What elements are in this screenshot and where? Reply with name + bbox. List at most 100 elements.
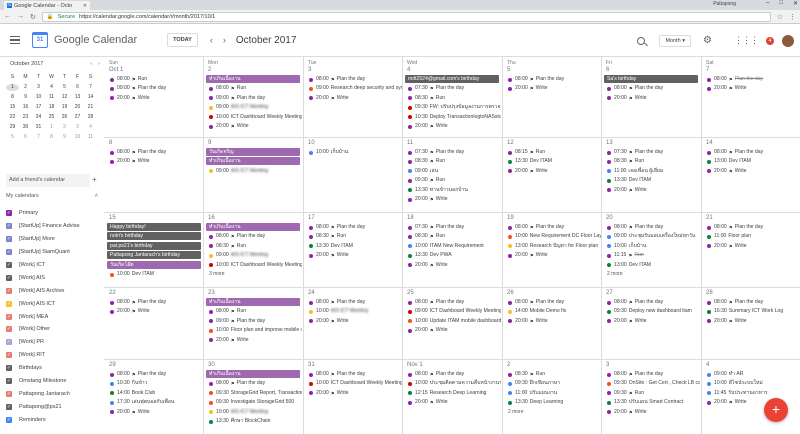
mini-day[interactable]: 2: [19, 84, 32, 91]
calendar-item[interactable]: ✓ [StartUp] Finance Advise: [6, 220, 104, 233]
day-cell[interactable]: 15 Happy birthday! notri's birthday pat.ps2…: [105, 213, 203, 287]
mini-day[interactable]: 4: [45, 84, 58, 91]
calendar-event[interactable]: 07:30 ⚑ Plan the day: [403, 84, 501, 93]
day-number[interactable]: 15: [109, 215, 116, 221]
calendar-event[interactable]: 08:00 ⚑ Plan the day: [105, 370, 203, 379]
allday-event[interactable]: ทำเกินเนื้องาน: [206, 75, 300, 83]
calendar-event[interactable]: 11:00 ปรับแผนงาน: [503, 389, 601, 398]
mini-day[interactable]: 14: [84, 94, 97, 101]
mini-day[interactable]: 11: [45, 94, 58, 101]
calendar-event[interactable]: 09:30FW: ปรับปรุงข้อมูลงานการตรวจสอบ: [403, 103, 501, 112]
calendar-event[interactable]: 08:00 ⚑ Run: [105, 75, 203, 84]
calendar-item[interactable]: ✓ [StartUp] SiamQuant: [6, 246, 104, 259]
calendar-event[interactable]: 10:00 Dev ITAM: [105, 270, 203, 279]
close-tab-icon[interactable]: ✕: [83, 3, 87, 9]
calendar-event[interactable]: 20:00 ⚑ Write: [602, 317, 700, 326]
calendar-event[interactable]: 20:00 ⚑ Write: [105, 307, 203, 316]
apps-grid-icon[interactable]: ⋮⋮⋮: [734, 35, 759, 46]
calendar-event[interactable]: 10:30 Deploy TransactionlogtoNASstor: [403, 113, 501, 122]
calendar-event[interactable]: 08:00 ⚑ Plan the day: [403, 370, 501, 379]
day-cell[interactable]: 21 08:00 ⚑ Plan the day 11:00 Floor plan 20:00…: [702, 213, 800, 287]
checkbox-icon[interactable]: ✓: [6, 365, 12, 372]
calendar-event[interactable]: 09:00 AIS ICT Meeting: [204, 251, 302, 260]
allday-event[interactable]: notri's birthday: [107, 232, 201, 241]
mini-day[interactable]: 5: [58, 84, 71, 91]
calendar-event[interactable]: 08:15 ⚑ Run: [503, 148, 601, 157]
day-cell[interactable]: 14 08:00 ⚑ Plan the day 13:00 Dev ITAM 20:00 ⚑ W…: [702, 138, 800, 212]
calendar-event[interactable]: 20:00 ⚑ Write: [403, 122, 501, 131]
more-events-link[interactable]: 2 more: [503, 408, 601, 416]
calendar-event[interactable]: 08:00 ⚑ Plan the day: [602, 298, 700, 307]
mini-day[interactable]: 12: [58, 94, 71, 101]
day-cell[interactable]: 2 08:30 ⚑ Run 09:30 ฝึกเขียนภาษา 11:00 ปรับแผนง…: [503, 360, 601, 434]
search-icon[interactable]: [637, 36, 646, 45]
url-field[interactable]: 🔒 Secure https://calendar.google.com/cal…: [41, 11, 771, 22]
checkbox-icon[interactable]: ✓: [6, 326, 12, 333]
calendar-event[interactable]: 08:00 ⚑ Plan the day: [204, 232, 302, 241]
mini-day[interactable]: 13: [71, 94, 84, 101]
calendar-event[interactable]: 20:00 ⚑ Write: [105, 94, 203, 103]
allday-event[interactable]: pat.ps21's birthday: [107, 241, 201, 250]
mini-day[interactable]: 5: [6, 134, 19, 141]
mini-day[interactable]: 4: [84, 124, 97, 131]
mini-day[interactable]: 10: [32, 94, 45, 101]
main-menu-icon[interactable]: [10, 36, 20, 44]
mini-day[interactable]: 18: [45, 104, 58, 111]
more-events-link[interactable]: 2 more: [602, 270, 700, 278]
day-cell[interactable]: 28 08:00 ⚑ Plan the day 16:30 Summary ICT Wor…: [702, 288, 800, 359]
calendar-event[interactable]: 20:00 ⚑ Write: [403, 326, 501, 335]
mini-day[interactable]: 9: [58, 134, 71, 141]
day-number[interactable]: 2: [507, 362, 510, 368]
calendar-event[interactable]: 20:00 ⚑ Write: [602, 408, 700, 417]
day-number[interactable]: 26: [507, 290, 514, 296]
day-cell[interactable]: Tue 3 08:00 ⚑ Plan the day 09:00 Research deep…: [304, 58, 402, 137]
mini-day[interactable]: 21: [84, 104, 97, 111]
mini-day[interactable]: 26: [58, 114, 71, 121]
allday-event[interactable]: mdt2524@gmail.com's birthday: [405, 75, 499, 83]
calendar-event[interactable]: 08:00 ⚑ Plan the day: [702, 75, 800, 84]
calendar-event[interactable]: 09:00 ICT Dashboard Weekly Meeting (I: [403, 307, 501, 316]
calendar-event[interactable]: 08:00 ⚑ Plan the day: [702, 223, 800, 232]
allday-event[interactable]: Sa's birthday: [604, 75, 698, 83]
mini-day[interactable]: 3: [71, 124, 84, 131]
day-cell[interactable]: 23 ทำเกินเนื้องาน 08:00 ⚑ Run 09:00 ⚑ Plan the …: [204, 288, 302, 359]
close-window-icon[interactable]: ✕: [793, 0, 798, 7]
calendar-item[interactable]: ✓ [Work] AIS: [6, 271, 104, 284]
calendar-event[interactable]: 09:30 OnSite : Get Cert , Check LB cann: [602, 379, 700, 388]
day-cell[interactable]: 19 08:00 ⚑ Plan the day 10:00 New Requirement…: [503, 213, 601, 287]
calendar-event[interactable]: 09:00 ⚑ Plan the day: [105, 84, 203, 93]
day-number[interactable]: Oct 1: [109, 67, 123, 73]
browser-tab[interactable]: 31 Google Calendar - Octo ✕: [4, 1, 90, 10]
day-number[interactable]: 19: [507, 215, 514, 221]
checkbox-icon[interactable]: ✓: [6, 262, 12, 268]
day-cell[interactable]: 3 08:00 ⚑ Plan the day 09:30 OnSite : Get Cer…: [602, 360, 700, 434]
avatar[interactable]: [782, 34, 794, 47]
day-cell[interactable]: 8 08:00 ⚑ Plan the day 20:00 ⚑ Write: [105, 138, 203, 212]
day-number[interactable]: 14: [706, 140, 713, 146]
browser-user[interactable]: Pattapong: [713, 1, 736, 7]
minimize-icon[interactable]: –: [766, 0, 769, 7]
calendar-event[interactable]: 09:00 AIS ICT Meeting: [204, 167, 302, 176]
checkbox-icon[interactable]: ✓: [6, 339, 12, 346]
calendar-event[interactable]: 13:30 Dev ITAM: [602, 176, 700, 185]
calendar-event[interactable]: 20:00 ⚑ Write: [304, 94, 402, 103]
calendar-event[interactable]: 08:30 ⚑ Run: [602, 157, 700, 166]
day-number[interactable]: 13: [606, 140, 613, 146]
mini-day[interactable]: 30: [19, 124, 32, 131]
calendar-item[interactable]: ✓ Pattapong@ps21: [6, 400, 104, 413]
calendar-event[interactable]: 20:00 ⚑ Write: [403, 195, 501, 204]
day-cell[interactable]: 30 ทำเกินเนื้องาน 08:00 ⚑ Plan the day 09:30 S…: [204, 360, 302, 434]
calendar-item[interactable]: ✓ Reminders: [6, 413, 104, 426]
allday-event[interactable]: วันเกิดโอ๊ต: [107, 260, 201, 269]
calendar-event[interactable]: 10:00 ดีไซน์ระบบใหม่: [702, 379, 800, 388]
calendar-item[interactable]: ✓ Birthdays: [6, 362, 104, 375]
mini-day[interactable]: 15: [6, 104, 19, 111]
checkbox-icon[interactable]: ✓: [6, 287, 12, 294]
calendar-event[interactable]: 08:00 ⚑ Plan the day: [204, 379, 302, 388]
calendar-event[interactable]: 08:00 ⚑ Plan the day: [503, 298, 601, 307]
calendar-event[interactable]: 08:00 ⚑ Plan the day: [105, 148, 203, 157]
add-friend-input[interactable]: Add a friend's calendar: [6, 174, 90, 187]
calendar-event[interactable]: 20:00 ⚑ Write: [204, 336, 302, 345]
calendar-event[interactable]: 09:30 StorageGrid Report, Transaction l: [204, 389, 302, 398]
calendar-event[interactable]: 10:00 ICT Dashboard Weekly Meeting -: [304, 379, 402, 388]
